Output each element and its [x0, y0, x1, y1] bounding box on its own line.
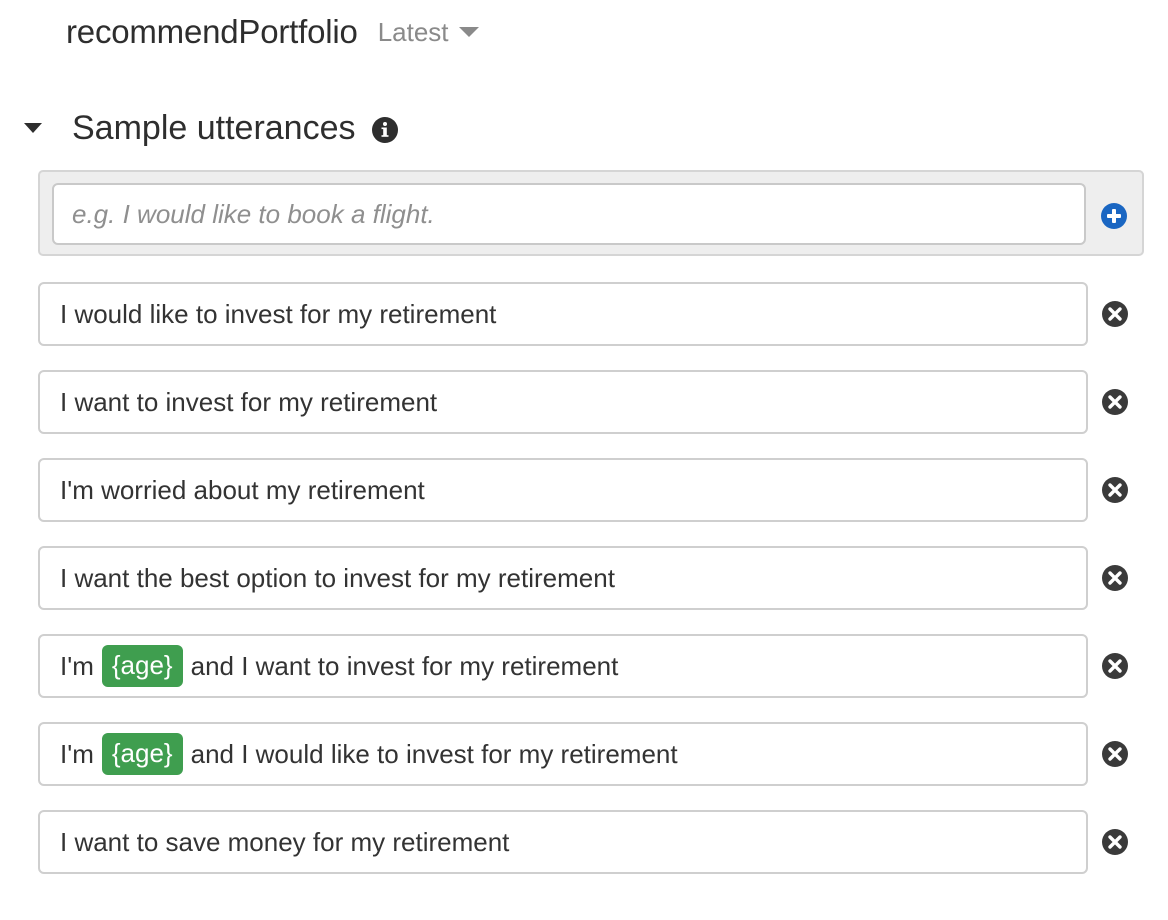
- utterance-text: I want to save money for my retirement: [60, 826, 510, 857]
- utterance-field[interactable]: I want the best option to invest for my …: [38, 546, 1088, 610]
- utterance-field[interactable]: I'm worried about my retirement: [38, 458, 1088, 522]
- utterance-row: I want to invest for my retirement: [38, 370, 1148, 434]
- utterance-text-before: I'm: [60, 738, 94, 769]
- intent-name: recommendPortfolio: [66, 13, 358, 50]
- plus-circle-icon[interactable]: [1100, 202, 1128, 230]
- utterance-row: I want the best option to invest for my …: [38, 546, 1148, 610]
- utterance-text-before: I'm: [60, 650, 94, 681]
- version-label: Latest: [377, 16, 449, 47]
- section-header: Sample utterances: [24, 104, 398, 152]
- close-circle-icon[interactable]: [1101, 740, 1129, 768]
- close-circle-icon[interactable]: [1101, 564, 1129, 592]
- utterance-list: I would like to invest for my retirement…: [38, 282, 1148, 898]
- utterance-field[interactable]: I would like to invest for my retirement: [38, 282, 1088, 346]
- utterance-row: I'm {age} and I want to invest for my re…: [38, 634, 1148, 698]
- close-circle-icon[interactable]: [1101, 828, 1129, 856]
- close-circle-icon[interactable]: [1101, 300, 1129, 328]
- utterance-field[interactable]: I'm {age} and I want to invest for my re…: [38, 634, 1088, 698]
- intent-header: recommendPortfolio Latest: [66, 8, 479, 56]
- utterance-row: I want to save money for my retirement: [38, 810, 1148, 874]
- utterance-row: I'm {age} and I would like to invest for…: [38, 722, 1148, 786]
- section-title: Sample utterances: [72, 108, 356, 147]
- utterance-text: I would like to invest for my retirement: [60, 298, 497, 329]
- utterance-input[interactable]: [52, 183, 1086, 245]
- utterance-text: I want to invest for my retirement: [60, 386, 438, 417]
- close-circle-icon[interactable]: [1101, 476, 1129, 504]
- slot-tag[interactable]: {age}: [101, 644, 183, 688]
- close-circle-icon[interactable]: [1101, 388, 1129, 416]
- close-circle-icon[interactable]: [1101, 652, 1129, 680]
- slot-tag[interactable]: {age}: [101, 732, 183, 776]
- utterance-text: I'm worried about my retirement: [60, 474, 425, 505]
- utterance-field[interactable]: I want to save money for my retirement: [38, 810, 1088, 874]
- utterance-row: I'm worried about my retirement: [38, 458, 1148, 522]
- utterance-text-after: and I would like to invest for my retire…: [190, 738, 678, 769]
- info-icon[interactable]: [371, 117, 398, 143]
- utterance-row: I would like to invest for my retirement: [38, 282, 1148, 346]
- chevron-down-icon: [458, 27, 479, 37]
- utterance-field[interactable]: I want to invest for my retirement: [38, 370, 1088, 434]
- caret-down-icon[interactable]: [24, 123, 42, 133]
- utterance-field[interactable]: I'm {age} and I would like to invest for…: [38, 722, 1088, 786]
- utterance-text-after: and I want to invest for my retirement: [190, 650, 619, 681]
- add-utterance-panel: [38, 170, 1144, 256]
- utterance-text: I want the best option to invest for my …: [60, 562, 615, 593]
- version-dropdown[interactable]: Latest: [378, 17, 479, 48]
